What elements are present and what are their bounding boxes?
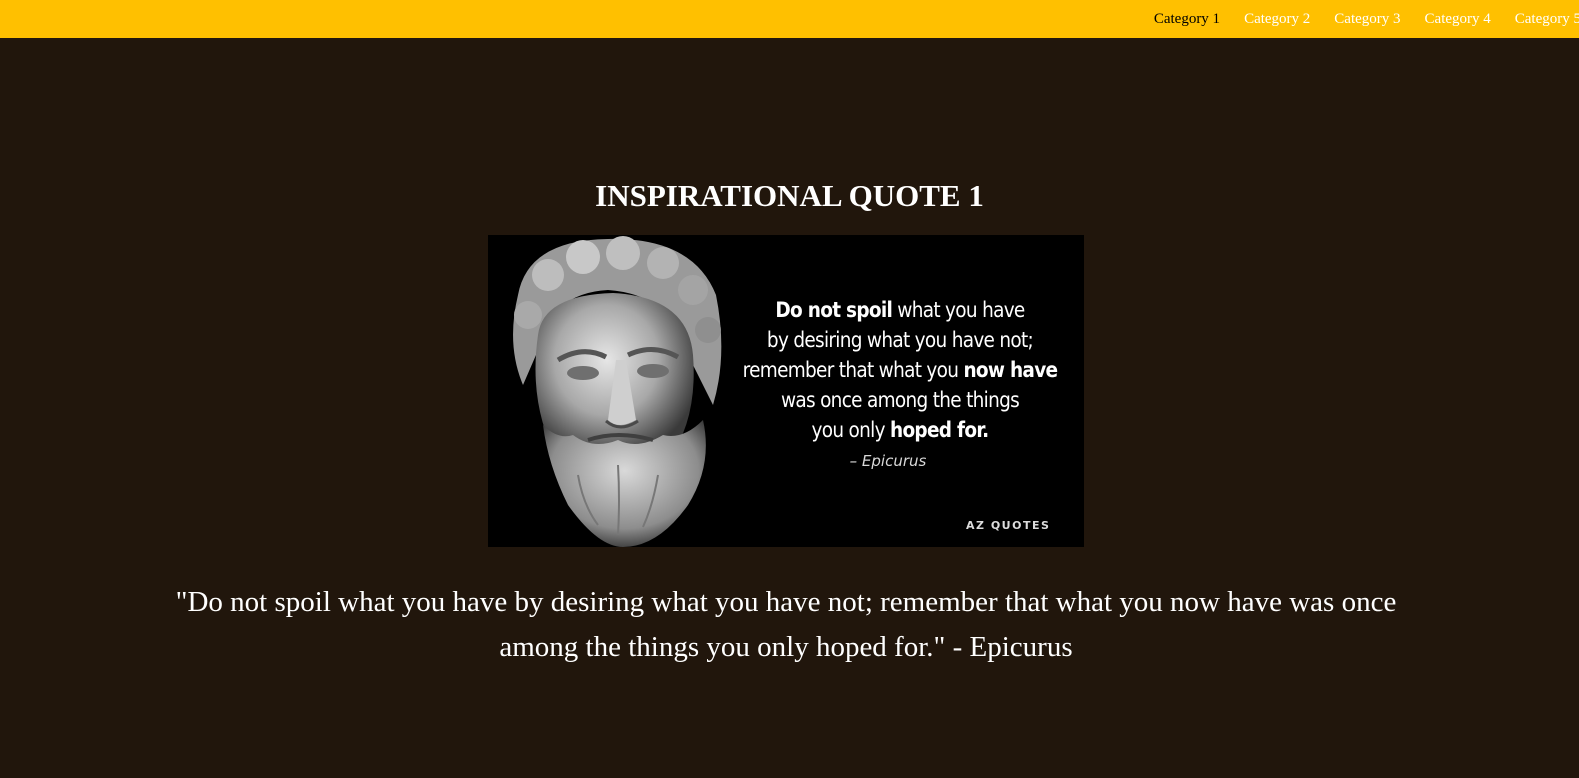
nav-menu: Category 1 Category 2 Category 3 Categor… <box>1154 0 1579 38</box>
nav-item-category-5[interactable]: Category 5 <box>1515 11 1579 28</box>
quote-image: Do not spoil what you have by desiring w… <box>488 235 1084 547</box>
page-title: INSPIRATIONAL QUOTE 1 <box>595 178 984 213</box>
nav-item-category-1[interactable]: Category 1 <box>1154 11 1220 28</box>
nav-item-category-3[interactable]: Category 3 <box>1334 11 1400 28</box>
nav-item-category-4[interactable]: Category 4 <box>1425 11 1491 28</box>
azquotes-logo: AZ QUOTES <box>966 519 1051 532</box>
philosopher-bust-image <box>488 235 738 547</box>
top-navbar: Category 1 Category 2 Category 3 Categor… <box>0 0 1579 38</box>
image-quote-author: – Epicurus <box>849 452 927 470</box>
image-quote-text: Do not spoil what you have by desiring w… <box>742 298 1058 442</box>
quote-text: "Do not spoil what you have by desiring … <box>175 586 1397 663</box>
nav-item-category-2[interactable]: Category 2 <box>1244 11 1310 28</box>
